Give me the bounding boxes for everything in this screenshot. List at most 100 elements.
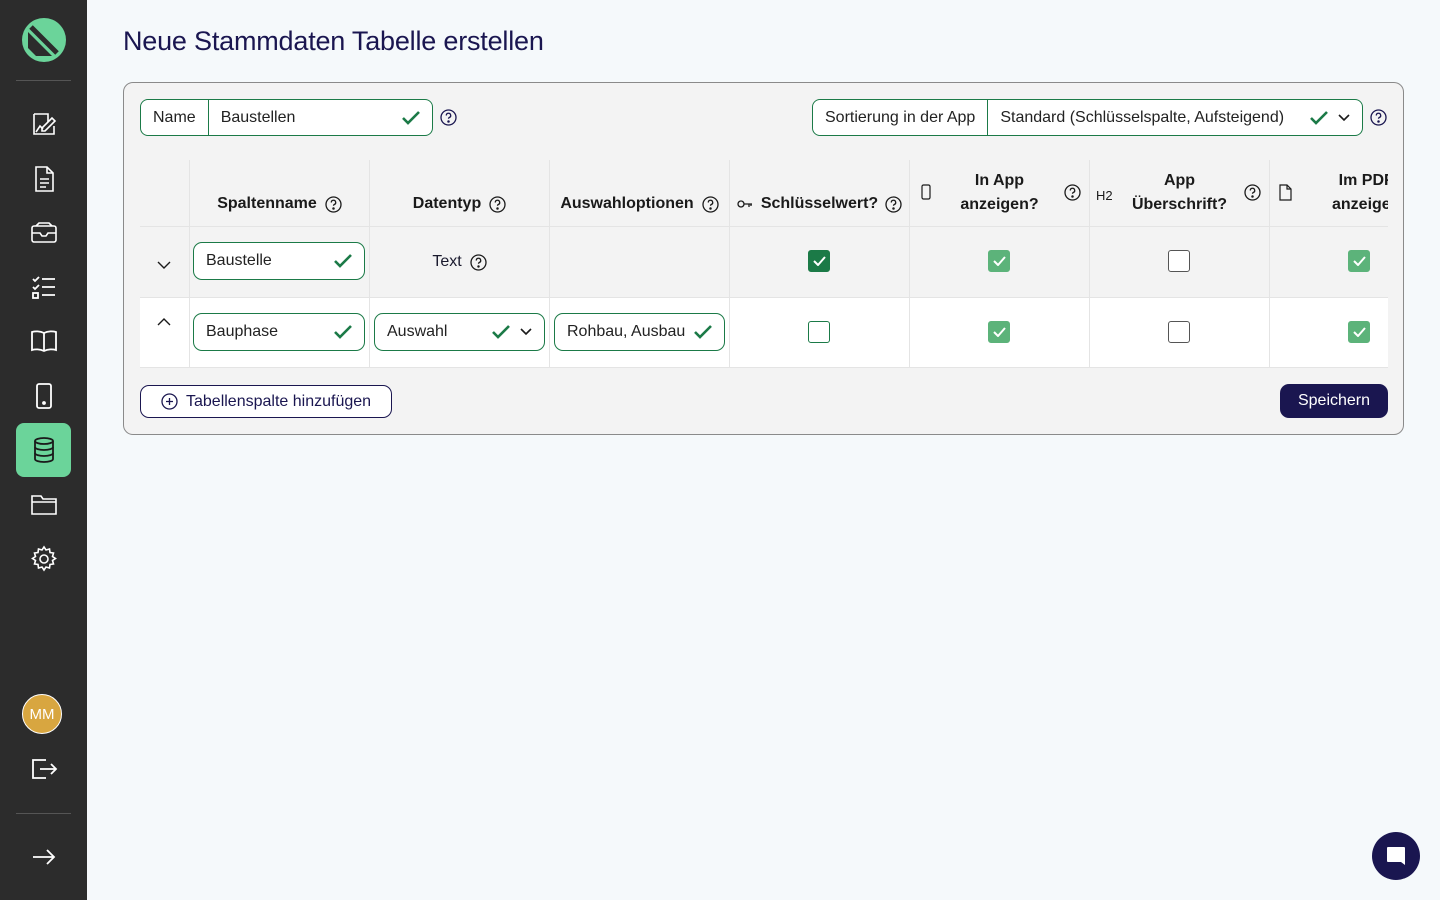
help-icon[interactable] — [489, 195, 506, 213]
database-icon — [33, 437, 54, 463]
add-column-button[interactable]: Tabellenspalte hinzufügen — [140, 385, 392, 418]
pdf-checkbox[interactable] — [1348, 250, 1370, 272]
sidebar: MM — [0, 0, 87, 900]
inbox-icon — [30, 222, 57, 243]
column-name-value: Bauphase — [206, 323, 279, 340]
row-toggle-cell — [140, 298, 190, 368]
sidebar-item-app[interactable] — [16, 369, 71, 423]
chevron-down-icon[interactable] — [157, 261, 171, 269]
table-editor-panel: Name Baustellen Sortierung in der App St… — [123, 82, 1404, 435]
sort-value[interactable]: Standard (Schlüsselspalte, Aufsteigend) — [988, 100, 1310, 135]
key-cell — [730, 298, 910, 368]
help-icon[interactable] — [470, 253, 487, 271]
name-field[interactable]: Name Baustellen — [140, 99, 433, 136]
sidebar-item-documentation[interactable] — [16, 314, 71, 368]
smartphone-icon — [921, 184, 931, 200]
name-input[interactable]: Baustellen — [209, 100, 402, 135]
column-name-input[interactable]: Bauphase — [193, 313, 365, 351]
sort-label: Sortierung in der App — [813, 100, 989, 135]
table-row: Baustelle Text — [140, 226, 1388, 297]
in-app-cell — [910, 227, 1090, 297]
header-pdf: Im PDF anzeigen — [1270, 160, 1388, 226]
sidebar-item-templates[interactable] — [16, 97, 71, 151]
chevron-down-icon — [1338, 113, 1350, 121]
chevron-down-icon — [520, 328, 532, 336]
header-label: Datentyp — [412, 195, 482, 212]
pdf-file-icon — [1279, 184, 1292, 201]
arrow-right-icon — [32, 849, 55, 865]
check-icon — [492, 325, 510, 339]
check-icon — [334, 325, 352, 339]
in-app-checkbox[interactable] — [988, 250, 1010, 272]
sidebar-divider — [16, 813, 71, 814]
data-type-value: Text — [432, 253, 462, 270]
sidebar-divider — [16, 80, 71, 81]
help-icon[interactable] — [702, 195, 719, 213]
heading-cell — [1090, 227, 1270, 297]
header-datentyp: Datentyp — [370, 160, 550, 226]
logout-button[interactable] — [16, 742, 71, 796]
column-name-input[interactable]: Baustelle — [193, 242, 365, 280]
options-input[interactable]: Rohbau, Ausbau — [554, 313, 725, 351]
header-label: Auswahloptionen — [560, 195, 694, 212]
header-auswahloptionen: Auswahloptionen — [550, 160, 730, 226]
options-value: Rohbau, Ausbau — [567, 323, 686, 340]
add-column-label: Tabellenspalte hinzufügen — [186, 392, 372, 410]
user-avatar[interactable]: MM — [22, 694, 62, 734]
sidebar-item-reports[interactable] — [16, 152, 71, 206]
header-schluesselwert: Schlüsselwert? — [730, 160, 910, 226]
data-type-select[interactable]: Auswahl — [374, 313, 545, 351]
header-label: In App — [974, 172, 1025, 189]
name-label: Name — [141, 100, 209, 135]
save-button[interactable]: Speichern — [1280, 384, 1388, 418]
sidebar-item-master-data[interactable] — [16, 423, 71, 477]
heading-checkbox[interactable] — [1168, 250, 1190, 272]
check-icon — [1353, 256, 1366, 266]
in-app-checkbox[interactable] — [988, 321, 1010, 343]
help-icon[interactable] — [1064, 184, 1081, 201]
check-icon — [993, 256, 1006, 266]
chevron-up-icon[interactable] — [157, 318, 171, 326]
check-icon — [813, 256, 826, 266]
check-icon — [334, 254, 352, 268]
pdf-cell — [1270, 227, 1388, 297]
sidebar-item-inbox[interactable] — [16, 206, 71, 260]
pdf-checkbox[interactable] — [1348, 321, 1370, 343]
help-icon[interactable] — [440, 109, 457, 126]
header-spaltenname: Spaltenname — [190, 160, 370, 226]
chat-button[interactable] — [1372, 832, 1420, 880]
table-row: Bauphase Auswahl Rohbau, Ausbau — [140, 297, 1388, 368]
header-expand — [140, 160, 190, 226]
help-icon[interactable] — [1370, 109, 1387, 126]
header-label: anzeigen — [1332, 196, 1388, 213]
heading-checkbox[interactable] — [1168, 321, 1190, 343]
header-label: Überschrift? — [1131, 196, 1228, 213]
logout-icon — [31, 759, 57, 779]
expand-sidebar-button[interactable] — [16, 830, 71, 884]
page-title: Neue Stammdaten Tabelle erstellen — [123, 26, 544, 56]
folder-icon — [30, 495, 57, 515]
sidebar-item-settings[interactable] — [16, 532, 71, 586]
smartphone-icon — [35, 383, 52, 409]
book-icon — [30, 330, 57, 353]
sort-select[interactable]: Sortierung in der App Standard (Schlüsse… — [812, 99, 1363, 136]
help-icon[interactable] — [1244, 184, 1261, 201]
check-icon — [1310, 110, 1328, 125]
chat-icon — [1387, 847, 1405, 865]
help-icon[interactable] — [885, 195, 902, 213]
table-header: Spaltenname Datentyp Auswahloptionen Sch… — [140, 160, 1388, 226]
pdf-cell — [1270, 298, 1388, 368]
key-checkbox[interactable] — [808, 321, 830, 343]
in-app-cell — [910, 298, 1090, 368]
sidebar-item-files[interactable] — [16, 477, 71, 531]
help-icon[interactable] — [325, 195, 342, 213]
check-icon — [1353, 327, 1366, 337]
key-checkbox[interactable] — [808, 250, 830, 272]
app-logo[interactable] — [22, 18, 66, 62]
columns-table: Spaltenname Datentyp Auswahloptionen Sch… — [140, 160, 1388, 368]
plus-circle-icon — [161, 393, 178, 410]
check-icon — [694, 325, 712, 339]
sidebar-item-tasks[interactable] — [16, 260, 71, 314]
header-label: App — [1163, 172, 1196, 189]
gear-icon — [30, 545, 57, 572]
